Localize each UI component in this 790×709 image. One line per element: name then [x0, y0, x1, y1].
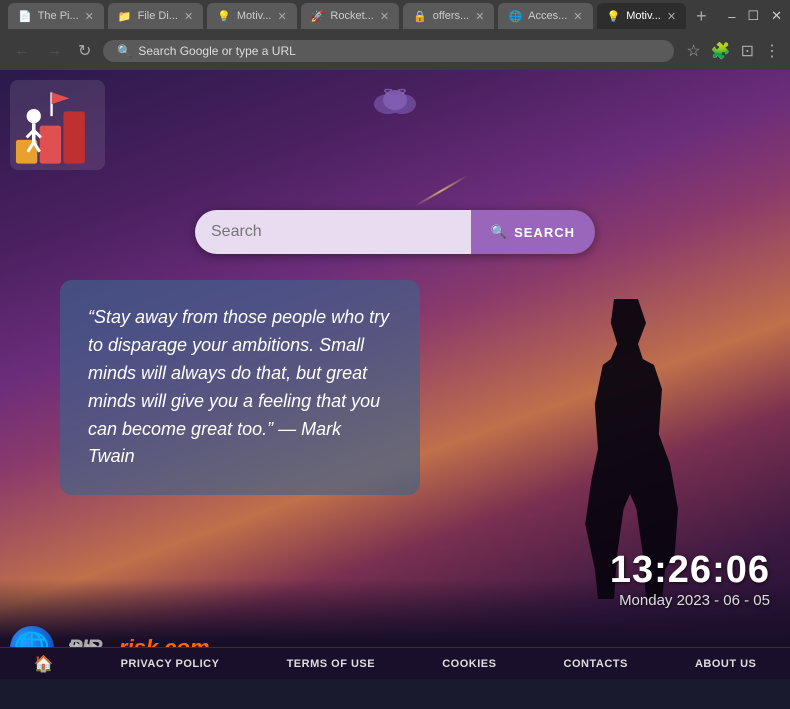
tab-2[interactable]: 📁 File Di... ✕ — [108, 3, 203, 29]
footer-privacy-policy[interactable]: PRIVACY POLICY — [121, 658, 220, 670]
tab-5[interactable]: 🔒 offers... ✕ — [403, 3, 494, 29]
close-icon[interactable]: ✕ — [771, 8, 782, 24]
tab-4-close[interactable]: ✕ — [380, 10, 389, 23]
back-button[interactable]: ← — [10, 40, 34, 62]
search-button-label: SEARCH — [514, 225, 575, 240]
tab-1-close[interactable]: ✕ — [85, 10, 94, 23]
nav-bar: ← → ↻ 🔍 Search Google or type a URL ☆ 🧩 … — [0, 32, 790, 70]
footer-contacts[interactable]: CONTACTS — [564, 658, 628, 670]
tab-3[interactable]: 💡 Motiv... ✕ — [207, 3, 297, 29]
quote-text: “Stay away from those people who try to … — [88, 304, 392, 471]
tab-1-label: The Pi... — [38, 10, 79, 22]
maximize-icon[interactable]: ☐ — [747, 8, 759, 24]
quote-box: “Stay away from those people who try to … — [60, 280, 420, 495]
search-button[interactable]: 🔍 SEARCH — [471, 210, 595, 254]
footer-terms-of-use[interactable]: TERMS OF USE — [287, 658, 376, 670]
tab-2-label: File Di... — [138, 10, 178, 22]
tab-4[interactable]: 🚀 Rocket... ✕ — [301, 3, 399, 29]
bookmark-icon[interactable]: ☆ — [686, 41, 700, 61]
tab-1[interactable]: 📄 The Pi... ✕ — [8, 3, 104, 29]
tab-7-label: Motiv... — [626, 10, 661, 22]
search-container: 🔍 SEARCH — [195, 210, 595, 254]
tab-3-label: Motiv... — [237, 10, 272, 22]
tab-2-favicon: 📁 — [118, 10, 132, 23]
address-text: Search Google or type a URL — [138, 44, 295, 58]
tab-6-favicon: 🌐 — [508, 10, 522, 23]
footer-about-us[interactable]: ABOUT US — [695, 658, 756, 670]
menu-icon[interactable]: ⋮ — [764, 41, 780, 61]
tab-5-label: offers... — [433, 10, 469, 22]
clock-date: Monday 2023 - 06 - 05 — [610, 592, 770, 609]
tab-4-favicon: 🚀 — [311, 10, 325, 23]
refresh-button[interactable]: ↻ — [74, 39, 95, 63]
browser-chrome: 📄 The Pi... ✕ 📁 File Di... ✕ 💡 Motiv... … — [0, 0, 790, 70]
profile-icon[interactable]: ⊡ — [741, 41, 754, 61]
tab-3-favicon: 💡 — [217, 10, 231, 23]
address-bar[interactable]: 🔍 Search Google or type a URL — [103, 40, 674, 62]
tab-3-close[interactable]: ✕ — [278, 10, 287, 23]
site-logo — [10, 80, 105, 170]
extensions-icon[interactable]: 🧩 — [711, 41, 731, 61]
cloud-icon — [370, 86, 420, 123]
tab-7-active[interactable]: 💡 Motiv... ✕ — [597, 3, 687, 29]
tab-2-close[interactable]: ✕ — [184, 10, 193, 23]
tab-6-label: Acces... — [528, 10, 567, 22]
tab-7-favicon: 💡 — [607, 10, 621, 23]
tab-7-close[interactable]: ✕ — [667, 10, 676, 23]
footer-nav: 🏠 PRIVACY POLICY TERMS OF USE COOKIES CO… — [0, 647, 790, 679]
clock-time: 13:26:06 — [610, 549, 770, 592]
footer-home-icon[interactable]: 🏠 — [34, 654, 54, 674]
lock-icon: 🔍 — [117, 44, 132, 58]
window-controls: – ☐ ✕ — [728, 8, 782, 24]
title-bar: 📄 The Pi... ✕ 📁 File Di... ✕ 💡 Motiv... … — [0, 0, 790, 32]
tab-6-close[interactable]: ✕ — [573, 10, 582, 23]
tab-1-favicon: 📄 — [18, 10, 32, 23]
tab-4-label: Rocket... — [330, 10, 373, 22]
footer-cookies[interactable]: COOKIES — [442, 658, 496, 670]
minimize-icon[interactable]: – — [728, 9, 735, 24]
search-input[interactable] — [195, 210, 471, 254]
logo-svg — [10, 80, 105, 170]
nav-icons: ☆ 🧩 ⊡ ⋮ — [686, 41, 780, 61]
new-tab-button[interactable]: + — [690, 6, 713, 27]
main-content: 🔍 SEARCH “Stay away from those people wh… — [0, 70, 790, 679]
tab-5-close[interactable]: ✕ — [475, 10, 484, 23]
forward-button[interactable]: → — [42, 40, 66, 62]
clock-area: 13:26:06 Monday 2023 - 06 - 05 — [610, 549, 770, 609]
tab-5-favicon: 🔒 — [413, 10, 427, 23]
tab-6[interactable]: 🌐 Acces... ✕ — [498, 3, 592, 29]
search-icon: 🔍 — [491, 224, 508, 240]
